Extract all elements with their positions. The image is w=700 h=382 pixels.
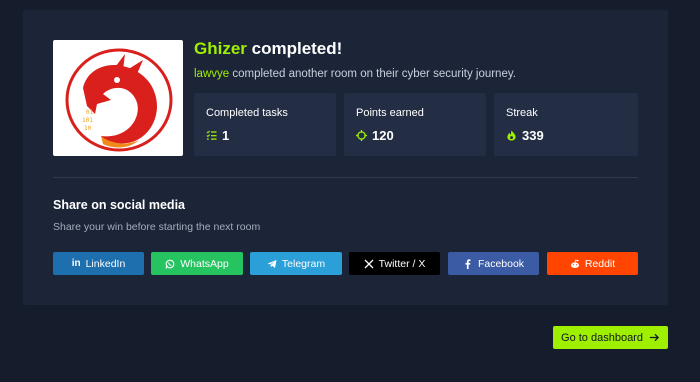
share-telegram-button[interactable]: Telegram [250, 252, 342, 275]
telegram-icon [267, 259, 277, 269]
stat-value-row: 339 [506, 128, 544, 143]
task-list-icon [206, 130, 217, 140]
arrow-right-icon [649, 333, 660, 342]
x-icon [364, 259, 374, 269]
stat-points-earned: Points earned 120 [344, 93, 486, 156]
stat-label: Streak [506, 107, 538, 119]
button-label: WhatsApp [180, 257, 229, 270]
room-logo: 01 101 10 [53, 40, 183, 156]
share-title: Share on social media [53, 198, 185, 212]
button-label: Facebook [477, 257, 525, 270]
button-label: Go to dashboard [561, 331, 643, 344]
crosshair-icon [356, 130, 367, 141]
completed-text: completed! [246, 39, 343, 58]
section-divider [53, 177, 638, 178]
svg-text:101: 101 [82, 117, 93, 124]
room-completed-card: 01 101 10 Ghizer completed! lawvye compl… [23, 10, 668, 305]
svg-text:01: 01 [86, 109, 94, 116]
stat-label: Points earned [356, 107, 424, 119]
svg-text:10: 10 [84, 125, 92, 132]
linkedin-icon: in [71, 258, 81, 269]
share-twitter-button[interactable]: Twitter / X [349, 252, 440, 275]
facebook-icon [463, 258, 473, 269]
stat-value-row: 120 [356, 128, 394, 143]
button-label: Twitter / X [378, 257, 426, 270]
button-label: Reddit [584, 257, 616, 270]
share-reddit-button[interactable]: Reddit [547, 252, 638, 275]
share-subtitle: Share your win before starting the next … [53, 221, 261, 233]
stat-value-row: 1 [206, 128, 229, 143]
room-name[interactable]: Ghizer [194, 39, 247, 58]
stat-value: 339 [522, 128, 544, 143]
username-link[interactable]: lawvye [194, 68, 229, 80]
stat-value: 120 [372, 128, 394, 143]
reddit-icon [570, 258, 580, 269]
flame-icon [507, 130, 516, 141]
completion-subtitle: lawvye completed another room on their c… [194, 68, 516, 80]
stat-completed-tasks: Completed tasks 1 [194, 93, 336, 156]
button-label: Telegram [281, 257, 326, 270]
go-to-dashboard-button[interactable]: Go to dashboard [553, 326, 668, 349]
stat-label: Completed tasks [206, 107, 288, 119]
share-whatsapp-button[interactable]: WhatsApp [151, 252, 243, 275]
stat-streak: Streak 339 [494, 93, 638, 156]
completion-title: Ghizer completed! [194, 39, 342, 59]
button-label: LinkedIn [85, 257, 126, 270]
share-linkedin-button[interactable]: in LinkedIn [53, 252, 144, 275]
stat-value: 1 [222, 128, 230, 143]
share-facebook-button[interactable]: Facebook [448, 252, 539, 275]
dragon-logo-icon: 01 101 10 [65, 48, 173, 152]
whatsapp-icon [165, 259, 175, 269]
completion-message: completed another room on their cyber se… [229, 68, 516, 80]
